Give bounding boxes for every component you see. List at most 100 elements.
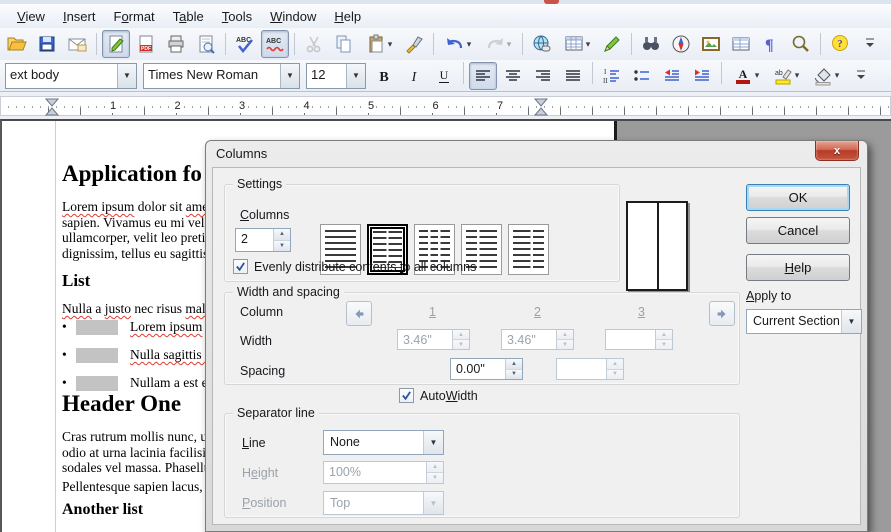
data-sources-icon [731, 34, 751, 54]
ruler-number: 2 [173, 99, 183, 113]
chevron-down-icon[interactable]: ▼ [117, 64, 136, 88]
export-pdf-button[interactable]: PDF [132, 30, 160, 58]
spin-up-icon: ▲ [427, 462, 443, 473]
toolbar-overflow-button[interactable] [856, 30, 884, 58]
hyperlink-button[interactable] [528, 30, 556, 58]
toolbar-separator [96, 33, 97, 55]
open-button[interactable] [3, 30, 31, 58]
spin-down-icon: ▼ [607, 370, 623, 380]
left-indent-marker[interactable] [45, 98, 59, 116]
horizontal-ruler[interactable]: 1234567 [0, 96, 891, 116]
print-button[interactable] [162, 30, 190, 58]
align-right-icon [533, 66, 553, 86]
help-icon: ? [830, 34, 850, 54]
line-style-value: None [324, 431, 423, 454]
separator-line-group: Separator line [224, 413, 740, 518]
undo-button[interactable] [439, 30, 477, 58]
spin-down-icon: ▼ [656, 340, 672, 349]
help-button[interactable]: Help [746, 254, 850, 281]
copy-button[interactable] [330, 30, 358, 58]
formatting-marks-icon: ¶ [761, 34, 781, 54]
auto-spellcheck-icon: ABC [265, 34, 285, 54]
numbered-list-button[interactable]: III [598, 62, 626, 90]
align-right-button[interactable] [529, 62, 557, 90]
column-layout-option[interactable] [508, 224, 549, 275]
apply-to-dropdown[interactable]: Current Section ▼ [746, 309, 862, 334]
highlighting-button[interactable]: ab [767, 62, 805, 90]
evenly-distribute-checkbox[interactable]: Evenly distribute contents to all column… [233, 259, 476, 274]
decrease-indent-icon [662, 66, 682, 86]
paste-button[interactable] [360, 30, 398, 58]
formatting-marks-button[interactable]: ¶ [757, 30, 785, 58]
find-replace-button[interactable] [637, 30, 665, 58]
chevron-down-icon[interactable]: ▼ [841, 310, 861, 333]
bold-button[interactable]: B [370, 62, 398, 90]
menu-item[interactable]: Window [261, 6, 325, 27]
apply-to-label: Apply to [746, 289, 791, 303]
toolbar-separator [820, 33, 821, 55]
menu-item[interactable]: Format [104, 6, 163, 27]
toolbar-overflow-button[interactable] [847, 62, 875, 90]
toolbar-separator [631, 33, 632, 55]
menu-item[interactable]: View [8, 6, 54, 27]
svg-text:A: A [738, 67, 747, 81]
help-button[interactable]: ? [826, 30, 854, 58]
menu-item[interactable]: Help [325, 6, 370, 27]
font-name-combo[interactable]: Times New Roman ▼ [143, 63, 300, 89]
doc-heading-application: Application fo [62, 161, 202, 187]
spelling-button[interactable]: ABC [231, 30, 259, 58]
italic-button[interactable]: I [400, 62, 428, 90]
bullet-icon: • [62, 347, 76, 363]
paragraph-style-combo[interactable]: ext body ▼ [5, 63, 137, 89]
align-center-button[interactable] [499, 62, 527, 90]
ok-button[interactable]: OK [746, 184, 850, 211]
chevron-down-icon[interactable]: ▼ [280, 64, 299, 88]
spin-up-icon: ▲ [506, 359, 522, 370]
table-button[interactable] [558, 30, 596, 58]
close-icon: x [834, 145, 840, 157]
background-color-button[interactable] [807, 62, 845, 90]
edit-file-icon [106, 34, 126, 54]
font-name-value: Times New Roman [144, 64, 280, 88]
line-style-dropdown[interactable]: None ▼ [323, 430, 444, 455]
chevron-down-icon[interactable]: ▼ [346, 64, 365, 88]
previous-column-button[interactable] [346, 301, 372, 326]
doc-heading-header-one: Header One [62, 391, 181, 417]
chevron-down-icon[interactable]: ▼ [423, 431, 443, 454]
menu-item[interactable]: Insert [54, 6, 105, 27]
cut-button[interactable] [300, 30, 328, 58]
decrease-indent-button[interactable] [658, 62, 686, 90]
svg-text:B: B [379, 70, 388, 85]
redo-button[interactable] [479, 30, 517, 58]
save-button[interactable] [33, 30, 61, 58]
columns-label: Columns [240, 208, 289, 222]
close-button[interactable]: x [815, 141, 859, 161]
increase-indent-icon [692, 66, 712, 86]
formatting-toolbar: ext body ▼ Times New Roman ▼ 12 ▼ B I U [0, 60, 891, 92]
align-left-button[interactable] [469, 62, 497, 90]
spacing1-value: 0.00" [451, 359, 505, 379]
columns-count-spinner[interactable]: 2 ▲▼ [235, 228, 291, 252]
align-center-icon [503, 66, 523, 86]
navigator-button[interactable] [667, 30, 695, 58]
numbered-list-icon: III [602, 66, 622, 86]
ruler-number: 1 [108, 99, 118, 113]
toolbar-separator [463, 62, 464, 84]
edit-file-button[interactable] [102, 30, 130, 58]
menu-item[interactable]: Tools [213, 6, 261, 27]
background-color-icon [813, 66, 833, 86]
autowidth-checkbox[interactable]: AutoWidth [399, 388, 478, 403]
navigator-icon [671, 34, 691, 54]
data-sources-button[interactable] [727, 30, 755, 58]
gallery-button[interactable] [697, 30, 725, 58]
column-row-label: Column [240, 305, 283, 319]
right-indent-marker[interactable] [534, 98, 548, 116]
height-label: Height [242, 466, 278, 480]
bullet-list-button[interactable] [628, 62, 656, 90]
cancel-button[interactable]: Cancel [746, 217, 850, 244]
spacing1-spinner[interactable]: 0.00" ▲▼ [450, 358, 523, 380]
font-color-button[interactable]: A [727, 62, 765, 90]
font-size-combo[interactable]: 12 ▼ [306, 63, 366, 89]
next-column-button[interactable] [709, 301, 735, 326]
menu-item[interactable]: Table [164, 6, 213, 27]
